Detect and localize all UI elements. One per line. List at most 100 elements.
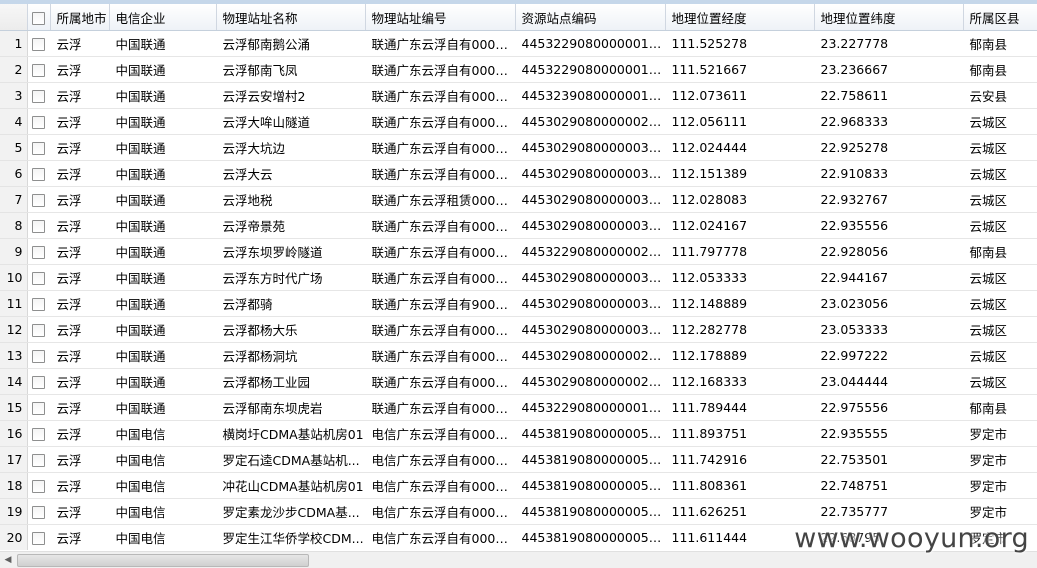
cell-site-name: 云浮帝景苑 xyxy=(216,212,365,239)
cell-telecom: 中国联通 xyxy=(109,290,216,317)
checkbox-icon[interactable] xyxy=(32,532,45,545)
cell-latitude: 22.925278 xyxy=(814,134,963,161)
arrow-left-icon[interactable]: ◀ xyxy=(0,552,16,568)
table-row[interactable]: 11 云浮 中国联通 云浮都骑 联通广东云浮自有900036 44530290800000… xyxy=(0,290,1037,317)
cell-site-code: 联通广东云浮自有000029 xyxy=(365,160,515,187)
row-checkbox[interactable] xyxy=(27,524,50,550)
cell-resource-code: 445302908000000370 xyxy=(515,186,665,213)
checkbox-icon[interactable] xyxy=(32,506,45,519)
table-row[interactable]: 1 云浮 中国联通 云浮郁南鹅公涌 联通广东云浮自有000450 445322908000… xyxy=(0,30,1037,57)
table-row[interactable]: 3 云浮 中国联通 云浮云安增村2 联通广东云浮自有000570 445323908000… xyxy=(0,82,1037,109)
cell-latitude: 22.910833 xyxy=(814,160,963,187)
checkbox-icon[interactable] xyxy=(32,64,45,77)
cell-city: 云浮 xyxy=(50,290,109,317)
row-checkbox[interactable] xyxy=(27,212,50,239)
cell-longitude: 112.178889 xyxy=(665,342,814,369)
checkbox-icon[interactable] xyxy=(32,116,45,129)
table-row[interactable]: 2 云浮 中国联通 云浮郁南飞凤 联通广东云浮自有000451 4453229080000… xyxy=(0,56,1037,83)
checkbox-icon[interactable] xyxy=(32,350,45,363)
row-checkbox[interactable] xyxy=(27,342,50,369)
table-row[interactable]: 8 云浮 中国联通 云浮帝景苑 联通广东云浮自有000032 44530290800000… xyxy=(0,212,1037,239)
checkbox-icon[interactable] xyxy=(32,272,45,285)
row-checkbox[interactable] xyxy=(27,134,50,161)
row-checkbox[interactable] xyxy=(27,368,50,395)
row-checkbox[interactable] xyxy=(27,264,50,291)
table-row[interactable]: 15 云浮 中国联通 云浮郁南东坝虎岩 联通广东云浮自有000443 4453229080… xyxy=(0,394,1037,421)
checkbox-icon[interactable] xyxy=(32,168,45,181)
row-checkbox[interactable] xyxy=(27,316,50,343)
checkbox-icon[interactable] xyxy=(32,194,45,207)
checkbox-icon[interactable] xyxy=(32,11,45,25)
checkbox-icon[interactable] xyxy=(32,376,45,389)
select-all-checkbox[interactable] xyxy=(27,4,51,31)
column-header-district[interactable]: 所属区县 xyxy=(963,4,1037,31)
table-row[interactable]: 14 云浮 中国联通 云浮都杨工业园 联通广东云浮自有000040 44530290800… xyxy=(0,368,1037,395)
checkbox-icon[interactable] xyxy=(32,220,45,233)
cell-site-code: 联通广东云浮自有000450 xyxy=(365,30,515,57)
cell-telecom: 中国联通 xyxy=(109,212,216,239)
checkbox-icon[interactable] xyxy=(32,428,45,441)
cell-city: 云浮 xyxy=(50,368,109,395)
table-row[interactable]: 16 云浮 中国电信 横岗圩CDMA基站机房01 电信广东云浮自有000005 44538… xyxy=(0,420,1037,447)
row-checkbox[interactable] xyxy=(27,186,50,213)
table-row[interactable]: 13 云浮 中国联通 云浮都杨洞坑 联通广东云浮自有000039 445302908000… xyxy=(0,342,1037,369)
checkbox-icon[interactable] xyxy=(32,38,45,51)
row-checkbox[interactable] xyxy=(27,446,50,473)
row-checkbox[interactable] xyxy=(27,56,50,83)
cell-district: 云城区 xyxy=(963,264,1037,291)
column-header-longitude[interactable]: 地理位置经度 xyxy=(665,4,815,31)
column-header-resource-code[interactable]: 资源站点编码 xyxy=(515,4,666,31)
row-number: 5 xyxy=(0,134,28,161)
table-row[interactable]: 4 云浮 中国联通 云浮大哞山隧道 联通广东云浮自有000026 445302908000… xyxy=(0,108,1037,135)
checkbox-icon[interactable] xyxy=(32,324,45,337)
row-checkbox[interactable] xyxy=(27,290,50,317)
column-header-telecom[interactable]: 电信企业 xyxy=(109,4,217,31)
row-number: 2 xyxy=(0,56,28,83)
checkbox-icon[interactable] xyxy=(32,402,45,415)
row-checkbox[interactable] xyxy=(27,498,50,525)
cell-telecom: 中国联通 xyxy=(109,56,216,83)
cell-site-code: 联通广东云浮自有000032 xyxy=(365,212,515,239)
row-checkbox[interactable] xyxy=(27,108,50,135)
cell-resource-code: 445302908000000304 xyxy=(515,212,665,239)
column-header-latitude[interactable]: 地理位置纬度 xyxy=(814,4,964,31)
cell-longitude: 111.742916 xyxy=(665,446,814,473)
table-row[interactable]: 19 云浮 中国电信 罗定素龙沙步CDMA基... 电信广东云浮自有000009 4453… xyxy=(0,498,1037,525)
table-row[interactable]: 5 云浮 中国联通 云浮大坑边 联通广东云浮自有000028 44530290800000… xyxy=(0,134,1037,161)
table-row[interactable]: 10 云浮 中国联通 云浮东方时代广场 联通广东云浮自有000035 4453029080… xyxy=(0,264,1037,291)
row-checkbox[interactable] xyxy=(27,394,50,421)
cell-district: 罗定市 xyxy=(963,446,1037,473)
cell-telecom: 中国联通 xyxy=(109,238,216,265)
table-row[interactable]: 17 云浮 中国电信 罗定石逵CDMA基站机... 电信广东云浮自有000007 4453… xyxy=(0,446,1037,473)
checkbox-icon[interactable] xyxy=(32,298,45,311)
checkbox-icon[interactable] xyxy=(32,480,45,493)
cell-longitude: 111.611444 xyxy=(665,524,814,550)
table-row[interactable]: 7 云浮 中国联通 云浮地税 联通广东云浮租赁000001 445302908000000… xyxy=(0,186,1037,213)
table-row[interactable]: 6 云浮 中国联通 云浮大云 联通广东云浮自有000029 445302908000000… xyxy=(0,160,1037,187)
column-header-site-name[interactable]: 物理站址名称 xyxy=(216,4,366,31)
row-checkbox[interactable] xyxy=(27,238,50,265)
cell-district: 云城区 xyxy=(963,186,1037,213)
column-header-site-code[interactable]: 物理站址编号 xyxy=(365,4,516,31)
table-row[interactable]: 9 云浮 中国联通 云浮东坝罗岭隧道 联通广东云浮自有000034 44532290800… xyxy=(0,238,1037,265)
scrollbar-thumb[interactable] xyxy=(17,554,309,567)
row-checkbox[interactable] xyxy=(27,82,50,109)
row-checkbox[interactable] xyxy=(27,420,50,447)
checkbox-icon[interactable] xyxy=(32,246,45,259)
checkbox-icon[interactable] xyxy=(32,454,45,467)
cell-city: 云浮 xyxy=(50,446,109,473)
row-checkbox[interactable] xyxy=(27,160,50,187)
row-checkbox[interactable] xyxy=(27,472,50,499)
table-row[interactable]: 12 云浮 中国联通 云浮都杨大乐 联通广东云浮自有000038 445302908000… xyxy=(0,316,1037,343)
checkbox-icon[interactable] xyxy=(32,90,45,103)
table-row[interactable]: 18 云浮 中国电信 冲花山CDMA基站机房01 电信广东云浮自有000008 44538… xyxy=(0,472,1037,499)
row-number: 7 xyxy=(0,186,28,213)
column-header-city[interactable]: 所属地市 xyxy=(50,4,110,31)
row-checkbox[interactable] xyxy=(27,30,50,57)
cell-resource-code: 445302908000000226 xyxy=(515,342,665,369)
site-table: 所属地市 电信企业 物理站址名称 物理站址编号 资源站点编码 地理位置经度 地理… xyxy=(0,4,1037,550)
cell-resource-code: 445322908000000189 xyxy=(515,56,665,83)
cell-site-name: 云浮东方时代广场 xyxy=(216,264,365,291)
cell-district: 云城区 xyxy=(963,290,1037,317)
checkbox-icon[interactable] xyxy=(32,142,45,155)
